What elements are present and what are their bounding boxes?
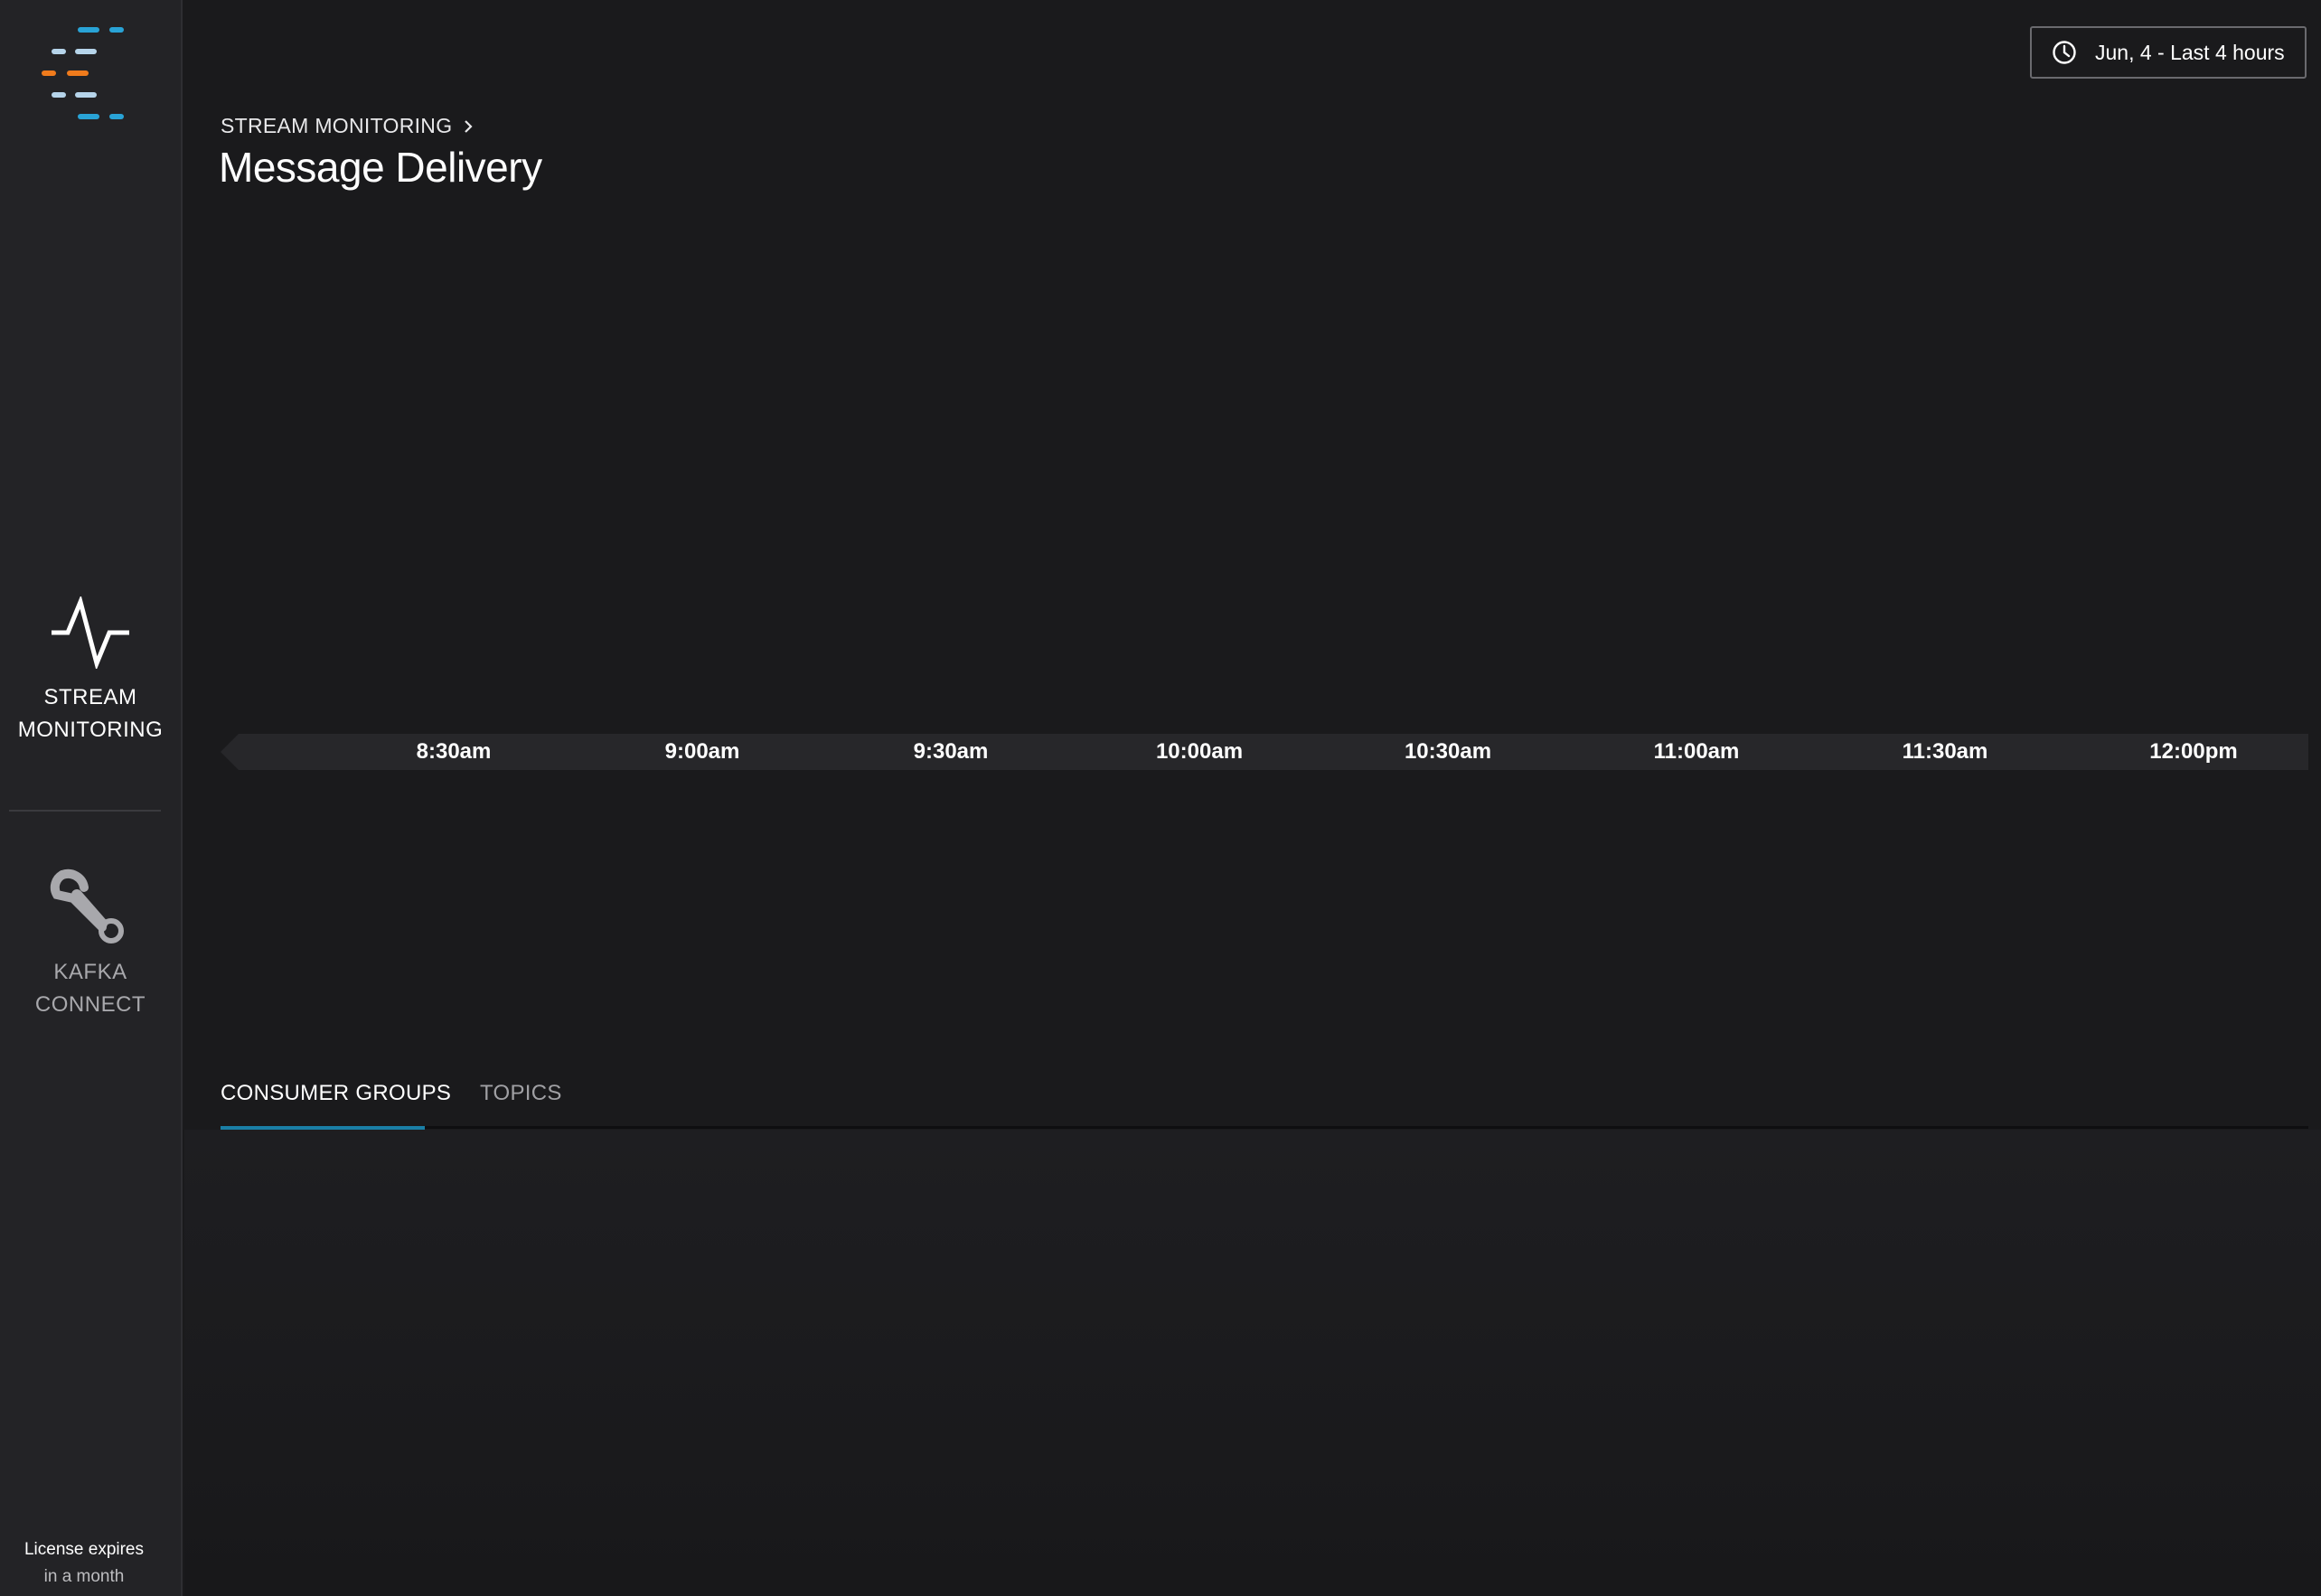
license-line2: in a month (43, 1567, 125, 1586)
license-notice: License expires in a month (0, 1536, 168, 1591)
license-line1: License expires (23, 1540, 145, 1559)
nav-kafka-connect[interactable]: KAFKA CONNECT (0, 868, 181, 1021)
nav-stream-monitoring-label: STREAM MONITORING (17, 685, 164, 742)
app-logo[interactable] (40, 23, 130, 125)
breadcrumb: STREAM MONITORING (221, 114, 474, 138)
timeline-track (221, 734, 2308, 770)
page-title: Message Delivery (219, 144, 542, 191)
tab-consumer-groups[interactable]: CONSUMER GROUPS (221, 1081, 451, 1106)
clock-icon (2053, 41, 2076, 64)
tab-content-panel (184, 1130, 2321, 1596)
nav-divider (9, 810, 161, 812)
sidebar: STREAM MONITORING KAFKA CONNECT License … (0, 0, 183, 1596)
tab-topics[interactable]: TOPICS (480, 1081, 562, 1106)
wrench-icon (50, 868, 124, 944)
timeline-tick: 8:30am (416, 739, 492, 764)
nav-stream-monitoring[interactable]: STREAM MONITORING (0, 596, 181, 746)
timeline-tick: 9:30am (913, 739, 989, 764)
timeline-tick: 10:30am (1404, 739, 1492, 764)
timeline[interactable]: 8:30am 9:00am 9:30am 10:00am 10:30am 11:… (221, 734, 2308, 770)
pulse-icon (52, 596, 129, 669)
timeline-tick: 9:00am (664, 739, 740, 764)
timeline-tick: 12:00pm (2149, 739, 2238, 764)
date-range-label: Jun, 4 - Last 4 hours (2095, 40, 2285, 64)
nav-kafka-connect-label: KAFKA CONNECT (34, 960, 146, 1017)
timeline-tick: 11:00am (1653, 739, 1740, 764)
date-range-button[interactable]: Jun, 4 - Last 4 hours (2030, 26, 2307, 79)
chevron-right-icon (465, 119, 473, 133)
breadcrumb-stream-monitoring[interactable]: STREAM MONITORING (221, 114, 452, 138)
tab-bar: CONSUMER GROUPS TOPICS (221, 1075, 2308, 1131)
timeline-tick: 11:30am (1902, 739, 1988, 764)
timeline-tick: 10:00am (1155, 739, 1244, 764)
